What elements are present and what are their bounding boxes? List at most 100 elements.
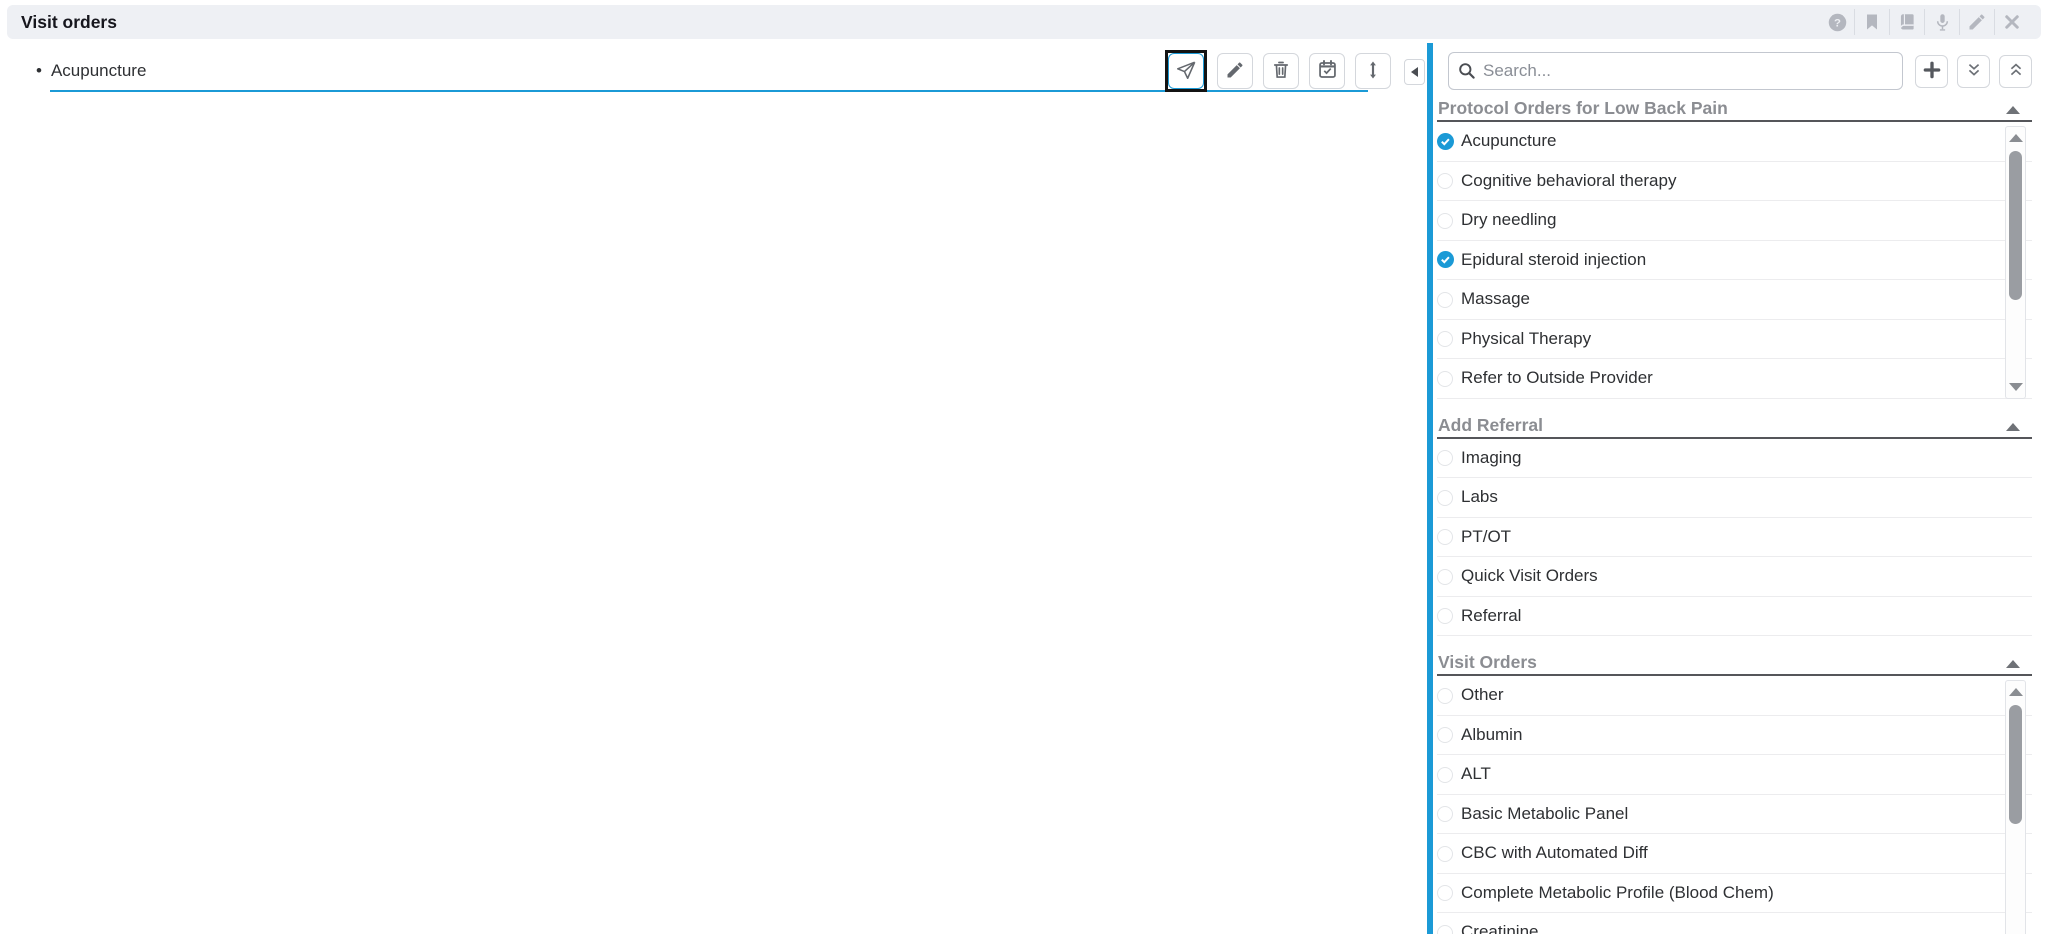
dictation-button[interactable] [1925, 9, 1959, 35]
order-item[interactable]: Quick Visit Orders [1437, 557, 2032, 597]
edit-order-button[interactable] [1217, 53, 1253, 89]
order-item[interactable]: Epidural steroid injection [1437, 241, 2032, 281]
svg-text:?: ? [1834, 17, 1841, 29]
list-scrollbar[interactable] [2005, 126, 2026, 399]
check-circle-icon [1437, 370, 1454, 387]
order-item[interactable]: Albumin [1437, 716, 2032, 756]
orders-panel: Protocol Orders for Low Back Pain Acupun… [1433, 38, 2048, 934]
order-item-label: Massage [1461, 289, 1530, 309]
order-item-label: Complete Metabolic Profile (Blood Chem) [1461, 883, 1774, 903]
section-header: Protocol Orders for Low Back Pain [1437, 98, 2032, 122]
check-circle-icon [1437, 330, 1454, 347]
double-chevron-up-icon [2006, 60, 2026, 83]
order-item[interactable]: Creatinine [1437, 913, 2032, 934]
order-item-label: CBC with Automated Diff [1461, 843, 1648, 863]
bookmark-button[interactable] [1855, 9, 1889, 35]
order-item-label: Creatinine [1461, 922, 1539, 934]
check-circle-icon [1437, 172, 1454, 189]
titlebar-actions: ? [1820, 5, 2041, 39]
book-icon [1897, 12, 1918, 33]
order-item[interactable]: Acupuncture [1437, 122, 2032, 162]
order-item[interactable]: Referral [1437, 597, 2032, 637]
section-title: Visit Orders [1438, 652, 1537, 672]
check-circle-icon [1437, 251, 1454, 268]
check-circle-icon [1437, 133, 1454, 150]
order-item-label: Epidural steroid injection [1461, 250, 1646, 270]
search-icon [1457, 61, 1476, 85]
add-order-button[interactable] [1915, 55, 1948, 88]
check-circle-icon [1437, 805, 1454, 822]
order-item-label: Basic Metabolic Panel [1461, 804, 1628, 824]
section-header: Add Referral [1437, 415, 2032, 439]
order-item-label: Referral [1461, 606, 1521, 626]
triangle-up-icon[interactable] [2006, 423, 2020, 431]
search-input[interactable] [1448, 52, 1903, 90]
visit-orders-window: Visit orders ? [0, 0, 2048, 934]
section-header: Visit Orders [1437, 652, 2032, 676]
section-list: Acupuncture Cognitive behavioral therapy… [1437, 122, 2032, 399]
order-item[interactable]: CBC with Automated Diff [1437, 834, 2032, 874]
expand-all-button[interactable] [1999, 55, 2032, 88]
order-item[interactable]: Cognitive behavioral therapy [1437, 162, 2032, 202]
selected-order-row[interactable]: • Acupuncture [36, 61, 146, 81]
bookmark-icon [1862, 12, 1882, 32]
order-item[interactable]: Massage [1437, 280, 2032, 320]
order-item[interactable]: ALT [1437, 755, 2032, 795]
help-icon: ? [1827, 12, 1848, 33]
scrollbar-thumb[interactable] [2009, 151, 2022, 300]
collapse-panel-button[interactable] [1404, 59, 1425, 85]
order-item[interactable]: Other [1437, 676, 2032, 716]
section-list: Other Albumin ALT Basic Metabolic Panel [1437, 676, 2032, 934]
order-item[interactable]: Dry needling [1437, 201, 2032, 241]
order-item-label: Albumin [1461, 725, 1522, 745]
delete-order-button[interactable] [1263, 53, 1299, 89]
close-button[interactable] [1995, 9, 2029, 35]
panel-sections: Protocol Orders for Low Back Pain Acupun… [1437, 98, 2032, 934]
check-circle-icon [1437, 726, 1454, 743]
resize-vertical-icon [1363, 60, 1383, 83]
order-item-label: PT/OT [1461, 527, 1511, 547]
order-item-label: Acupuncture [1461, 131, 1556, 151]
section-title: Protocol Orders for Low Back Pain [1438, 98, 1728, 118]
triangle-up-icon[interactable] [2006, 660, 2020, 668]
scroll-up-icon[interactable] [2009, 134, 2023, 142]
order-item[interactable]: Physical Therapy [1437, 320, 2032, 360]
check-circle-icon [1437, 766, 1454, 783]
check-circle-icon [1437, 687, 1454, 704]
resize-order-button[interactable] [1355, 53, 1391, 89]
triangle-up-icon[interactable] [2006, 106, 2020, 114]
list-scrollbar[interactable] [2005, 680, 2026, 934]
scrollbar-thumb[interactable] [2009, 705, 2022, 824]
order-item-label: Other [1461, 685, 1504, 705]
delete-icon [1271, 60, 1291, 83]
order-item-label: Physical Therapy [1461, 329, 1591, 349]
order-item[interactable]: Refer to Outside Provider [1437, 359, 2032, 399]
order-item[interactable]: Imaging [1437, 439, 2032, 479]
order-item[interactable]: Complete Metabolic Profile (Blood Chem) [1437, 874, 2032, 914]
order-item-label: ALT [1461, 764, 1491, 784]
titlebar: Visit orders ? [7, 5, 2041, 39]
order-item[interactable]: Labs [1437, 478, 2032, 518]
schedule-order-button[interactable] [1309, 53, 1345, 89]
check-circle-icon [1437, 449, 1454, 466]
edit-note-button[interactable] [1960, 9, 1994, 35]
help-button[interactable]: ? [1820, 9, 1854, 35]
book-button[interactable] [1890, 9, 1924, 35]
check-circle-icon [1437, 489, 1454, 506]
order-item[interactable]: PT/OT [1437, 518, 2032, 558]
check-circle-icon [1437, 607, 1454, 624]
microphone-icon [1932, 12, 1953, 33]
send-button[interactable] [1168, 53, 1204, 89]
order-item-label: Labs [1461, 487, 1498, 507]
double-chevron-down-icon [1964, 60, 1984, 83]
collapse-all-button[interactable] [1957, 55, 1990, 88]
check-circle-icon [1437, 291, 1454, 308]
scroll-down-icon[interactable] [2009, 383, 2023, 391]
calendar-check-icon [1317, 59, 1338, 83]
page-title: Visit orders [7, 12, 117, 33]
order-item[interactable]: Basic Metabolic Panel [1437, 795, 2032, 835]
check-circle-icon [1437, 528, 1454, 545]
scroll-up-icon[interactable] [2009, 688, 2023, 696]
send-icon [1175, 59, 1197, 84]
section-title: Add Referral [1438, 415, 1543, 435]
